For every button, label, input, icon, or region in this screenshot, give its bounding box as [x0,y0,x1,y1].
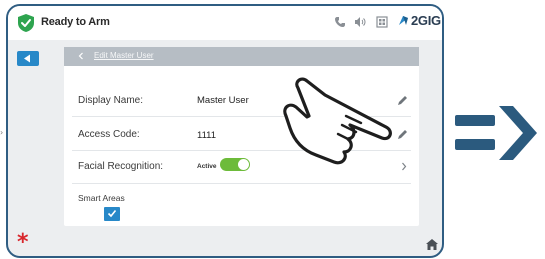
hand-pointer-icon [283,77,392,165]
smart-areas-checkbox[interactable] [104,207,120,221]
display-name-label: Display Name: [78,95,144,106]
grid-icon[interactable] [376,16,388,28]
panel-header: Edit Master User [64,47,419,66]
speaker-icon[interactable] [354,16,366,28]
back-arrow-icon [24,54,30,63]
brand-logo-icon [399,16,408,25]
display-name-value: Master User [197,95,249,106]
brand-logo: 2GIG [397,13,441,28]
access-code-value: 1111 [197,130,217,141]
control-panel-device: Ready to Arm 2GIG Edit Master User Displ… [6,4,444,258]
facial-recognition-toggle[interactable] [220,158,250,171]
facial-recognition-status: Active [197,163,217,170]
smart-areas-label: Smart Areas [78,193,125,203]
chevron-left-icon[interactable] [78,52,84,60]
side-tick-icon: › [0,128,4,137]
asterisk-icon[interactable]: * [17,232,29,254]
access-code-label: Access Code: [78,129,140,140]
toggle-knob [238,159,249,170]
status-bar: Ready to Arm 2GIG [8,6,442,40]
back-button[interactable] [17,51,39,66]
home-icon[interactable] [425,238,439,251]
system-status-text: Ready to Arm [41,16,110,28]
checkmark-icon [107,209,117,218]
brand-name: 2GIG [411,13,441,28]
row-divider [72,183,411,184]
double-arrow-icon [455,106,537,160]
facial-recognition-label: Facial Recognition: [78,161,164,172]
screenshot-stage: › Ready to Arm 2GIG Edit Master User Dis… [0,0,545,259]
shield-check-icon [18,14,34,32]
phone-icon[interactable] [334,16,346,28]
page-title: Edit Master User [94,51,154,60]
